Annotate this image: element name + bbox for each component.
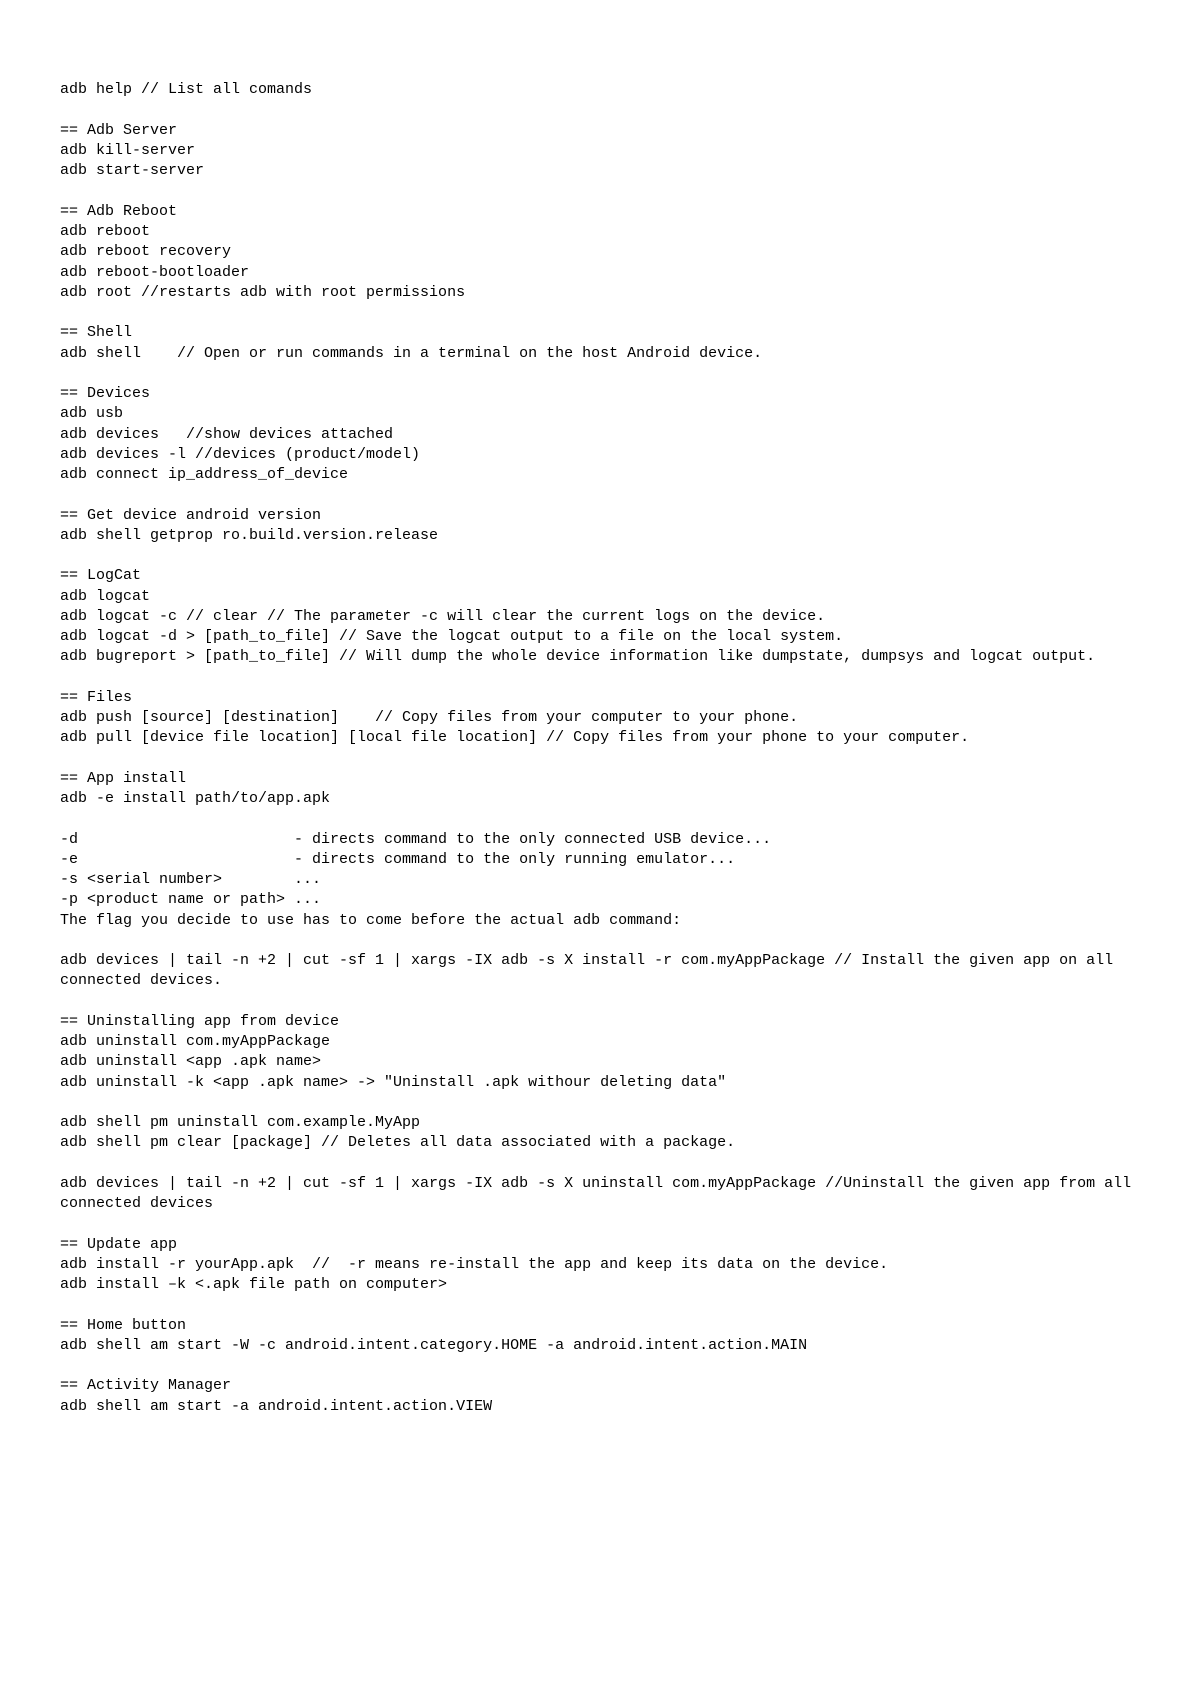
code-content: adb help // List all comands == Adb Serv…: [60, 80, 1140, 1417]
